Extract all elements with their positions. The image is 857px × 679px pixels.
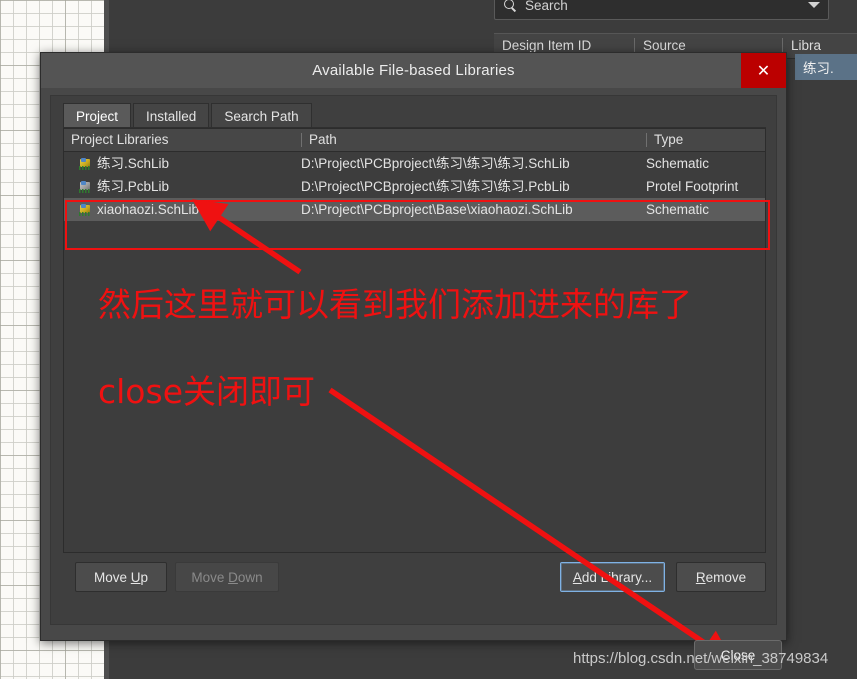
components-selected-row[interactable]: 练习. [795,54,857,80]
list-header: Project Libraries Path Type [64,129,765,152]
search-input[interactable]: Search [494,0,829,20]
available-libraries-dialog: Available File-based Libraries ✕ Project… [40,52,787,641]
tab-installed[interactable]: Installed [133,103,210,128]
dialog-title: Available File-based Libraries [312,62,515,79]
column-project-libraries: Project Libraries [71,132,169,147]
dialog-body: Project Installed Search Path Project Li… [41,88,786,640]
library-path: D:\Project\PCBproject\Base\xiaohaozi.Sch… [301,202,573,217]
column-path: Path [301,133,646,147]
search-icon [503,0,517,12]
search-placeholder: Search [525,0,568,13]
dialog-titlebar: Available File-based Libraries ✕ [41,53,786,88]
dialog-content-panel: Project Installed Search Path Project Li… [50,95,777,625]
schematic-library-icon [78,203,92,216]
library-path: D:\Project\PCBproject\练习\练习\练习.SchLib [301,156,570,171]
remove-button[interactable]: Remove [676,562,766,592]
library-type: Schematic [646,202,710,217]
library-name: 练习.SchLib [97,156,170,171]
library-name: 练习.PcbLib [97,179,170,194]
library-name: xiaohaozi.SchLib [97,202,200,217]
add-library-button[interactable]: Add Library... [560,562,665,592]
library-type: Schematic [646,156,710,171]
components-rows-area [795,80,857,380]
library-type: Protel Footprint [646,179,739,194]
library-path: D:\Project\PCBproject\练习\练习\练习.PcbLib [301,179,570,194]
pcb-library-icon [78,180,92,193]
table-row[interactable]: 练习.PcbLib D:\Project\PCBproject\练习\练习\练习… [64,175,765,198]
schematic-library-icon [78,157,92,170]
tab-search-path[interactable]: Search Path [211,103,312,128]
chevron-down-icon[interactable] [808,2,820,8]
watermark: https://blog.csdn.net/weixin_38749834 [573,650,829,667]
annotation-text-2: close关闭即可 [98,372,315,411]
tabstrip: Project Installed Search Path [63,102,314,128]
column-type: Type [646,133,765,147]
move-down-button: Move Down [175,562,279,592]
table-row[interactable]: xiaohaozi.SchLib D:\Project\PCBproject\B… [64,198,765,221]
column-library: Libra [782,38,857,54]
annotation-text-1: 然后这里就可以看到我们添加进来的库了 [98,285,692,324]
close-icon[interactable]: ✕ [741,53,786,88]
project-libraries-list[interactable]: Project Libraries Path Type 练习.SchLib D:… [63,128,766,553]
move-up-button[interactable]: Move Up [75,562,167,592]
tab-project[interactable]: Project [63,103,132,128]
table-row[interactable]: 练习.SchLib D:\Project\PCBproject\练习\练习\练习… [64,152,765,175]
